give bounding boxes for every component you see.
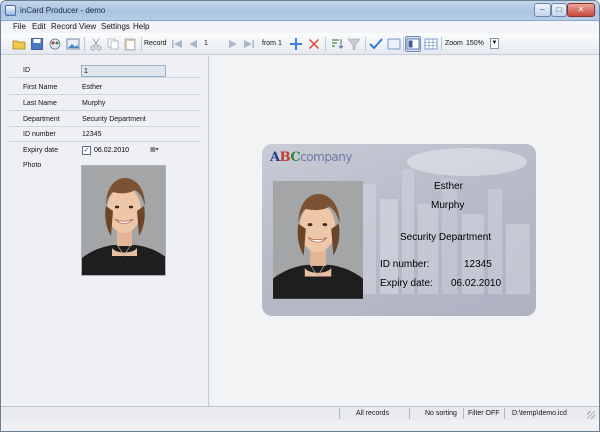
- card-front-icon[interactable]: [386, 36, 402, 52]
- field-label-photo: Photo: [23, 162, 42, 169]
- zoom-dropdown-icon[interactable]: ▼: [490, 38, 499, 49]
- status-filter: Filter OFF: [468, 410, 500, 417]
- first-record-icon[interactable]: [169, 36, 185, 52]
- portrait-image: [82, 166, 165, 275]
- field-label-last-name: Last Name: [23, 100, 57, 107]
- image-icon[interactable]: [65, 36, 81, 52]
- grid-view-icon[interactable]: [423, 36, 439, 52]
- card-expiry-label[interactable]: Expiry date:: [380, 278, 433, 289]
- field-label-department: Department: [23, 116, 60, 123]
- field-label-id: ID: [23, 67, 30, 74]
- status-records: All records: [356, 410, 390, 417]
- card-id-value[interactable]: 12345: [464, 259, 492, 270]
- copy-icon[interactable]: [105, 36, 121, 52]
- field-label-id-number: ID number: [23, 131, 56, 138]
- record-label: Record: [144, 40, 167, 47]
- department-input[interactable]: Security Department: [82, 116, 146, 123]
- status-sorting: No sorting: [425, 410, 457, 417]
- field-row-id: ID 1: [9, 63, 201, 78]
- minimize-button[interactable]: –: [534, 3, 551, 17]
- menu-settings[interactable]: Settings: [101, 22, 130, 31]
- first-name-input[interactable]: Esther: [82, 84, 102, 91]
- title-bar[interactable]: inCard Producer - demo – □ ✕: [1, 1, 599, 21]
- sort-icon[interactable]: [329, 36, 345, 52]
- check-icon[interactable]: [368, 36, 384, 52]
- open-folder-icon[interactable]: [11, 36, 27, 52]
- id-number-input[interactable]: 12345: [82, 131, 101, 138]
- expiry-date-input[interactable]: 06.02.2010: [94, 147, 129, 154]
- layout-view-icon[interactable]: [405, 36, 421, 52]
- card-id-label[interactable]: ID number:: [380, 259, 429, 270]
- field-row-first-name[interactable]: First Name Esther: [9, 80, 201, 95]
- field-row-last-name[interactable]: Last Name Murphy: [9, 96, 201, 111]
- resize-grip-icon[interactable]: [587, 411, 595, 419]
- card-portrait-image: [273, 181, 363, 299]
- menu-help[interactable]: Help: [133, 22, 149, 31]
- id-card-preview[interactable]: ABCcompany Esther Murphy Security Depart…: [262, 144, 536, 316]
- next-record-icon[interactable]: [225, 36, 241, 52]
- add-record-icon[interactable]: [288, 36, 304, 52]
- field-row-expiry-date[interactable]: Expiry date ✓ 06.02.2010 ▦▾: [9, 143, 201, 158]
- record-total: 1: [278, 40, 282, 47]
- card-expiry-value[interactable]: 06.02.2010: [451, 278, 501, 289]
- app-icon: [5, 5, 16, 16]
- menu-bar: File Edit Record View Settings Help: [1, 21, 599, 33]
- save-icon[interactable]: [29, 36, 45, 52]
- close-button[interactable]: ✕: [567, 3, 595, 17]
- toolbar: Record 1 from 1 Zoom 150% ▼: [1, 33, 599, 55]
- field-label-first-name: First Name: [23, 84, 58, 91]
- photo-field[interactable]: [81, 165, 166, 276]
- expiry-date-checkbox[interactable]: ✓: [82, 146, 91, 155]
- last-record-icon[interactable]: [241, 36, 257, 52]
- maximize-button[interactable]: □: [551, 3, 567, 17]
- company-logo: ABCcompany: [270, 150, 352, 165]
- previous-record-icon[interactable]: [185, 36, 201, 52]
- menu-view[interactable]: View: [79, 22, 96, 31]
- status-file-path: D:\temp\demo.icd: [512, 410, 567, 417]
- delete-record-icon[interactable]: [306, 36, 322, 52]
- field-label-expiry-date: Expiry date: [23, 147, 59, 154]
- card-first-name[interactable]: Esther: [434, 181, 463, 192]
- record-fields-panel: ID 1 First Name Esther Last Name Murphy …: [9, 56, 209, 406]
- paste-icon[interactable]: [122, 36, 138, 52]
- window-title: inCard Producer - demo: [20, 6, 106, 15]
- from-label: from: [262, 40, 276, 47]
- print-preview-icon[interactable]: [47, 36, 63, 52]
- menu-file[interactable]: File: [13, 22, 26, 31]
- card-photo[interactable]: [273, 181, 363, 299]
- calendar-dropdown-icon[interactable]: ▦▾: [150, 146, 164, 156]
- card-design-canvas[interactable]: ABCcompany Esther Murphy Security Depart…: [211, 56, 599, 406]
- menu-record[interactable]: Record: [51, 22, 77, 31]
- id-field: 1: [81, 65, 166, 77]
- card-department[interactable]: Security Department: [400, 232, 491, 243]
- zoom-label: Zoom: [445, 40, 463, 47]
- status-bar: All records No sorting Filter OFF D:\tem…: [1, 406, 599, 420]
- record-number: 1: [204, 40, 208, 47]
- zoom-value[interactable]: 150%: [466, 40, 484, 47]
- menu-edit[interactable]: Edit: [32, 22, 46, 31]
- filter-icon[interactable]: [346, 36, 362, 52]
- cut-icon[interactable]: [88, 36, 104, 52]
- app-window: inCard Producer - demo – □ ✕ File Edit R…: [0, 0, 600, 432]
- field-row-department[interactable]: Department Security Department: [9, 112, 201, 127]
- field-row-id-number[interactable]: ID number 12345: [9, 127, 201, 142]
- last-name-input[interactable]: Murphy: [82, 100, 105, 107]
- card-last-name[interactable]: Murphy: [431, 200, 464, 211]
